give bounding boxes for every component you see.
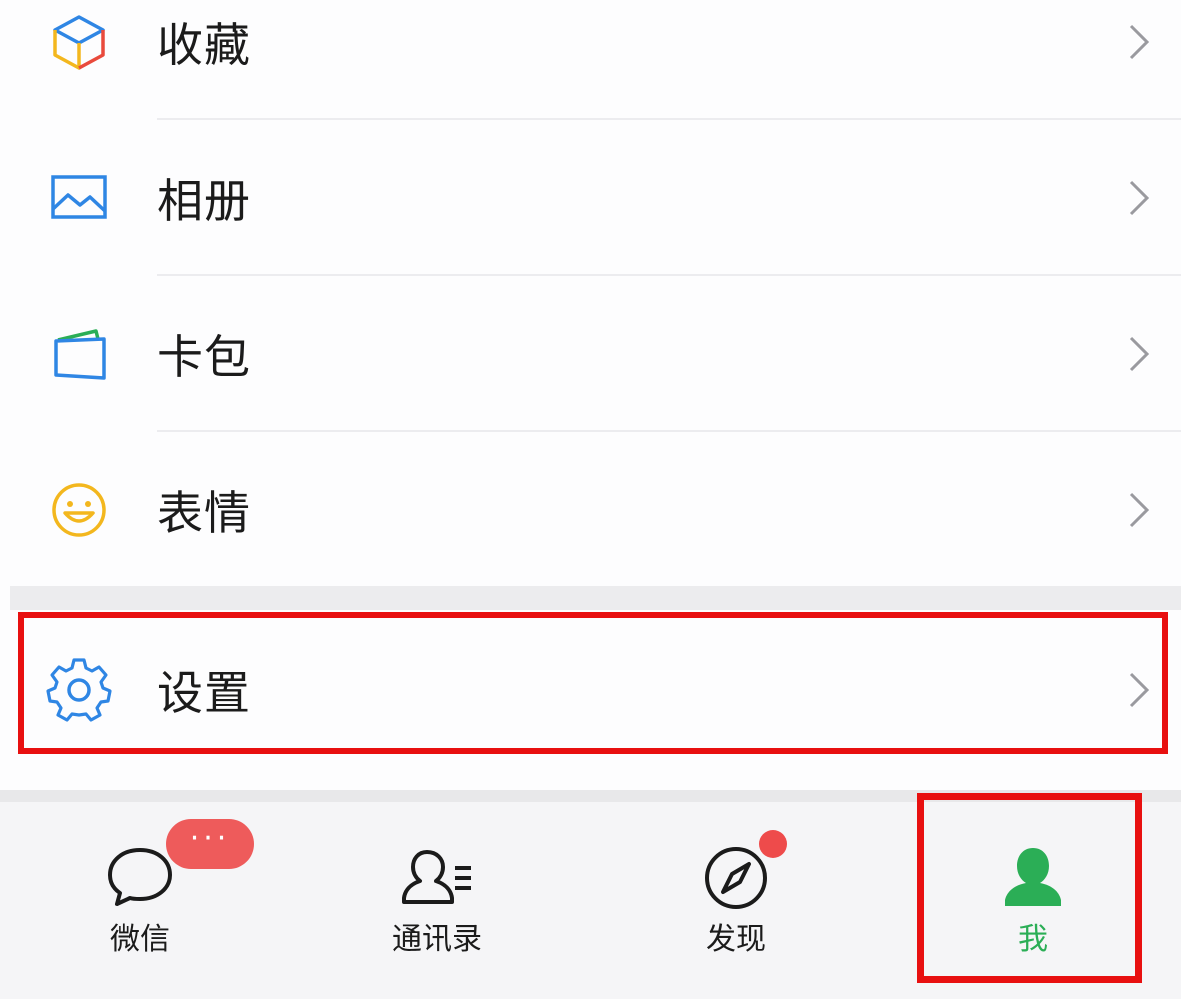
me-person-icon (993, 840, 1073, 912)
chevron-right-icon (1127, 334, 1151, 374)
favorites-cube-icon (46, 9, 112, 75)
menu-item-album[interactable]: 相册 (0, 120, 1181, 276)
chevron-right-icon (1127, 178, 1151, 218)
tab-label: 通讯录 (392, 922, 482, 957)
menu-item-label: 表情 (157, 486, 251, 540)
album-picture-icon (46, 165, 112, 231)
section-separator (10, 586, 1181, 610)
tab-label: 我 (1018, 922, 1048, 957)
bottom-tab-bar: 微信 ··· 通讯录 发现 我 (0, 790, 1181, 999)
menu-item-label: 卡包 (157, 330, 251, 384)
settings-gear-icon (46, 657, 112, 723)
menu-item-label: 设置 (157, 666, 251, 720)
menu-item-card-wallet[interactable]: 卡包 (0, 276, 1181, 432)
unread-badge: ··· (166, 819, 254, 869)
tab-label: 发现 (706, 922, 766, 957)
new-content-dot (759, 830, 787, 858)
card-wallet-icon (46, 321, 112, 387)
menu-item-label: 相册 (157, 174, 251, 228)
tab-me[interactable]: 我 (933, 802, 1133, 999)
menu-item-favorites[interactable]: 收藏 (0, 0, 1181, 120)
menu-item-label: 收藏 (157, 18, 251, 72)
menu-item-settings[interactable]: 设置 (0, 610, 1181, 770)
tab-contacts[interactable]: 通讯录 (337, 802, 537, 999)
tab-label: 微信 (110, 922, 170, 957)
menu-item-stickers[interactable]: 表情 (0, 432, 1181, 588)
chevron-right-icon (1127, 490, 1151, 530)
chevron-right-icon (1127, 22, 1151, 62)
contacts-icon (397, 840, 477, 912)
sticker-smiley-icon (46, 477, 112, 543)
chevron-right-icon (1127, 670, 1151, 710)
tab-discover[interactable]: 发现 (636, 802, 836, 999)
